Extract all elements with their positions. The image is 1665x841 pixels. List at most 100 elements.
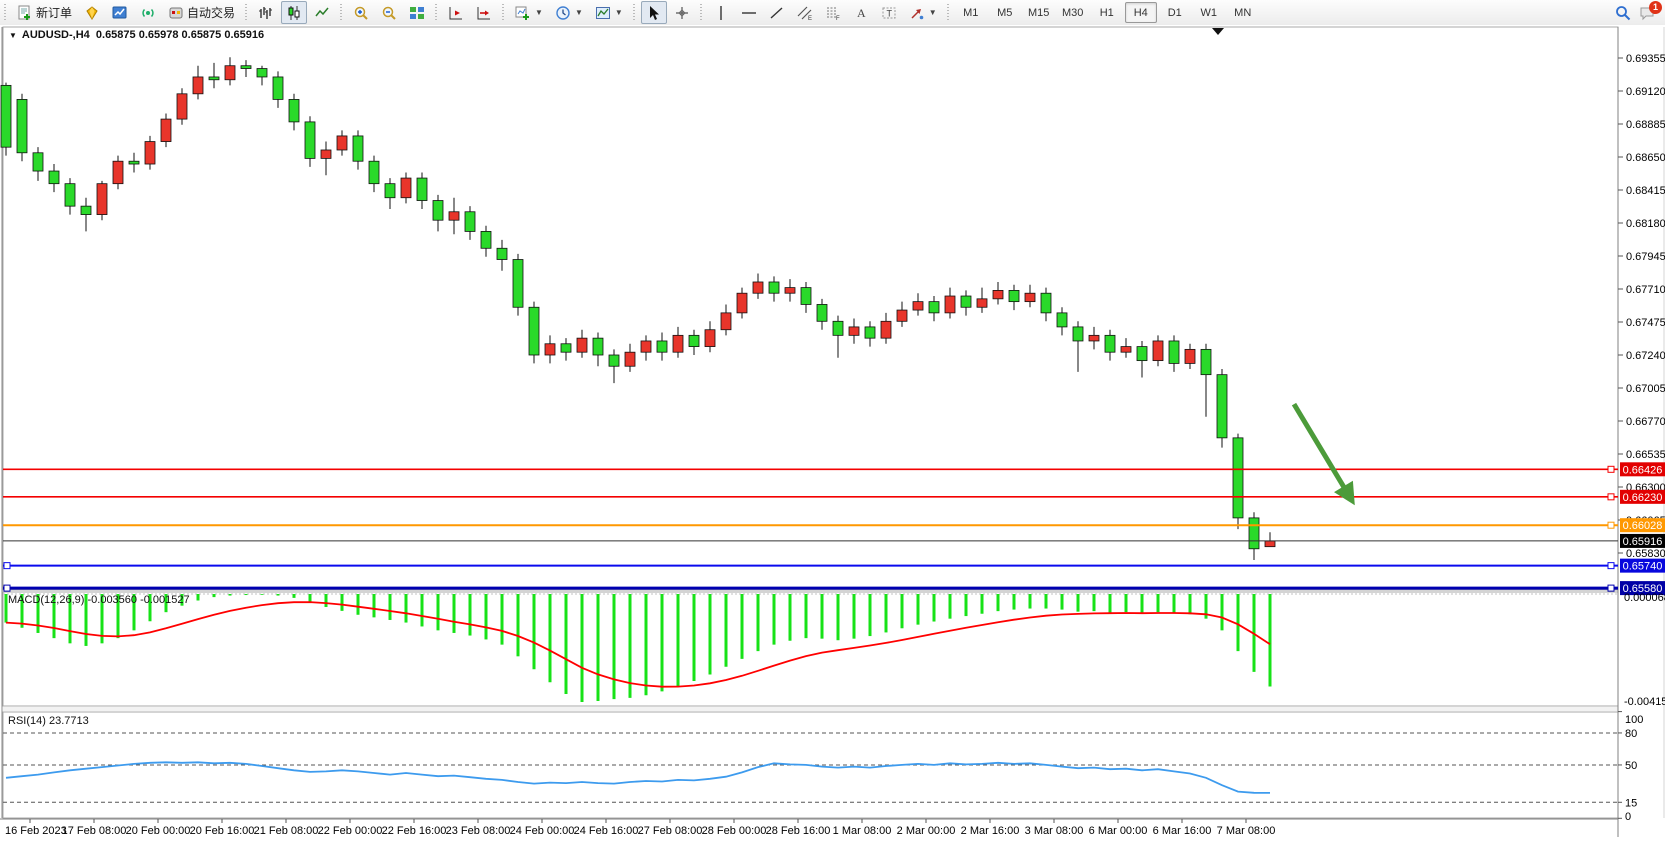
candle-body[interactable]	[321, 150, 331, 158]
line-handle[interactable]	[4, 563, 10, 569]
candle-body[interactable]	[897, 310, 907, 321]
candle-body[interactable]	[929, 302, 939, 313]
candle-body[interactable]	[993, 290, 1003, 298]
candle-body[interactable]	[1057, 313, 1067, 327]
candle-body[interactable]	[161, 119, 171, 141]
toolbar-grip[interactable]	[500, 4, 507, 22]
candle-body[interactable]	[945, 296, 955, 313]
market-watch-button[interactable]	[107, 1, 133, 24]
toolbar-grip[interactable]	[433, 4, 440, 22]
periods-button[interactable]: ▼	[550, 1, 588, 24]
candle-body[interactable]	[721, 313, 731, 330]
candle-body[interactable]	[753, 282, 763, 293]
candle-body[interactable]	[593, 338, 603, 355]
candle-body[interactable]	[113, 161, 123, 183]
cursor-tool-button[interactable]	[641, 1, 667, 24]
candle-body[interactable]	[545, 344, 555, 355]
candle-body[interactable]	[337, 136, 347, 150]
macd-pane[interactable]	[3, 592, 1618, 706]
candle-body[interactable]	[1, 85, 11, 147]
candle-body[interactable]	[977, 299, 987, 307]
candle-body[interactable]	[1185, 349, 1195, 363]
timeframe-button-mn[interactable]: MN	[1227, 2, 1259, 23]
candle-body[interactable]	[209, 77, 219, 80]
candle-body[interactable]	[1153, 341, 1163, 361]
pane-splitter[interactable]	[3, 707, 1618, 711]
candle-body[interactable]	[625, 352, 635, 366]
candle-body[interactable]	[961, 296, 971, 307]
candle-body[interactable]	[401, 178, 411, 198]
candle-body[interactable]	[1169, 341, 1179, 363]
candle-body[interactable]	[609, 355, 619, 366]
candle-body[interactable]	[33, 153, 43, 171]
timeframe-button-h1[interactable]: H1	[1091, 2, 1123, 23]
candle-body[interactable]	[881, 321, 891, 338]
candle-body[interactable]	[1137, 347, 1147, 361]
candle-body[interactable]	[1233, 438, 1243, 518]
candle-body[interactable]	[177, 94, 187, 119]
candle-body[interactable]	[449, 212, 459, 220]
crosshair-tool-button[interactable]	[669, 1, 695, 24]
timeframe-button-m5[interactable]: M5	[989, 2, 1021, 23]
candle-body[interactable]	[17, 99, 27, 152]
candle-body[interactable]	[1249, 518, 1259, 549]
line-handle[interactable]	[1608, 563, 1614, 569]
candle-body[interactable]	[561, 344, 571, 352]
bar-chart-button[interactable]	[253, 1, 279, 24]
line-handle[interactable]	[1608, 466, 1614, 472]
line-handle[interactable]	[1608, 494, 1614, 500]
trendline-tool[interactable]	[764, 1, 790, 24]
candle-body[interactable]	[1041, 293, 1051, 313]
main-pane[interactable]	[3, 27, 1618, 590]
candle-body[interactable]	[1025, 293, 1035, 301]
candle-body[interactable]	[465, 212, 475, 232]
candle-body[interactable]	[865, 327, 875, 338]
tile-windows-button[interactable]	[404, 1, 430, 24]
toolbar-grip[interactable]	[631, 4, 638, 22]
equidistant-channel-tool[interactable]: E	[792, 1, 818, 24]
candle-body[interactable]	[241, 66, 251, 69]
timeframe-button-h4[interactable]: H4	[1125, 2, 1157, 23]
candle-body[interactable]	[273, 77, 283, 99]
zoom-out-button[interactable]	[376, 1, 402, 24]
candle-body[interactable]	[513, 260, 523, 308]
fibonacci-tool[interactable]: F	[820, 1, 846, 24]
timeframe-button-m15[interactable]: M15	[1023, 2, 1055, 23]
auto-scroll-button[interactable]	[443, 1, 469, 24]
candle-body[interactable]	[689, 335, 699, 346]
candle-body[interactable]	[705, 330, 715, 347]
candle-body[interactable]	[1073, 327, 1083, 341]
toolbar-grip[interactable]	[2, 4, 9, 22]
candle-body[interactable]	[529, 307, 539, 355]
new-order-button[interactable]: 新订单	[12, 1, 77, 24]
candle-body[interactable]	[497, 248, 507, 259]
candle-body[interactable]	[145, 142, 155, 164]
candlestick-chart-button[interactable]	[281, 1, 307, 24]
text-tool[interactable]: A	[848, 1, 874, 24]
collapse-triangle-icon[interactable]: ▼	[9, 31, 17, 40]
candle-body[interactable]	[769, 282, 779, 293]
toolbar-grip[interactable]	[338, 4, 345, 22]
candle-body[interactable]	[913, 302, 923, 310]
zoom-in-button[interactable]	[348, 1, 374, 24]
candle-body[interactable]	[49, 171, 59, 184]
notifications-button[interactable]: 1	[1639, 5, 1655, 21]
signals-button[interactable]	[135, 1, 161, 24]
toolbar-grip[interactable]	[945, 4, 952, 22]
candle-body[interactable]	[657, 341, 667, 352]
toolbar-grip[interactable]	[243, 4, 250, 22]
candle-body[interactable]	[129, 161, 139, 164]
indicators-button[interactable]: ▼	[510, 1, 548, 24]
candle-body[interactable]	[1217, 375, 1227, 438]
candle-body[interactable]	[1089, 335, 1099, 341]
candle-body[interactable]	[353, 136, 363, 161]
candle-body[interactable]	[641, 341, 651, 352]
search-icon[interactable]	[1615, 5, 1631, 21]
toolbar-grip[interactable]	[698, 4, 705, 22]
candle-body[interactable]	[257, 69, 267, 77]
candle-body[interactable]	[817, 304, 827, 321]
candle-body[interactable]	[385, 184, 395, 198]
arrows-tool[interactable]: ▼	[904, 1, 942, 24]
candle-body[interactable]	[673, 335, 683, 352]
candle-body[interactable]	[305, 122, 315, 159]
